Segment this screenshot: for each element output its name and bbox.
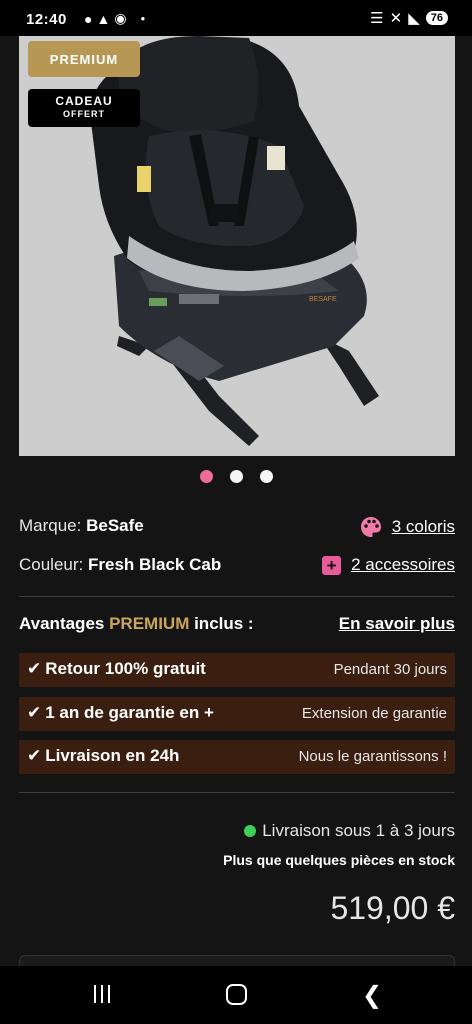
advantages-title-post: inclus : xyxy=(189,614,254,633)
divider xyxy=(19,596,455,597)
status-left-icons: ● ▲ ◉ ● xyxy=(84,10,145,27)
advantage-row: ✔ Livraison en 24h Nous le garantissons ! xyxy=(19,740,455,774)
palette-icon xyxy=(360,517,381,537)
wifi-icon: ☰ xyxy=(370,10,384,27)
advantage-label-text: Livraison en 24h xyxy=(45,746,180,765)
learn-more-link[interactable]: En savoir plus xyxy=(339,614,455,634)
delivery-text: Livraison sous 1 à 3 jours xyxy=(262,821,455,840)
stock-info: Plus que quelques pièces en stock xyxy=(223,852,455,868)
color-row: Couleur: Fresh Black Cab + 2 accessoires xyxy=(19,553,455,577)
check-icon: ✔ xyxy=(27,703,42,722)
home-icon[interactable] xyxy=(226,984,247,1005)
advantage-detail: Extension de garantie xyxy=(301,705,447,722)
mute-icon: ✕ xyxy=(389,10,403,27)
advantages-title-pre: Avantages xyxy=(19,614,110,633)
color-value: Fresh Black Cab xyxy=(88,555,222,574)
gift-badge: CADEAU OFFERT xyxy=(28,89,140,127)
colors-link-text[interactable]: 3 coloris xyxy=(392,517,455,537)
status-right-icons: ☰ ✕ ◣ 76 xyxy=(370,9,448,27)
carousel-dot-3[interactable] xyxy=(259,470,273,483)
colors-link[interactable]: 3 coloris xyxy=(360,516,455,538)
premium-badge: PREMIUM xyxy=(28,41,140,77)
gift-badge-line2: OFFERT xyxy=(63,109,105,119)
check-icon: ✔ xyxy=(27,746,42,765)
plus-icon: + xyxy=(322,555,342,575)
battery-icon: 76 xyxy=(425,11,448,25)
check-icon: ✔ xyxy=(27,659,42,678)
system-nav-bar: ❮ xyxy=(0,966,472,1024)
divider xyxy=(19,792,455,793)
carousel-dot-1[interactable] xyxy=(199,470,213,483)
color-info: Couleur: Fresh Black Cab xyxy=(19,555,221,575)
carousel-dots xyxy=(0,470,472,483)
accessories-link[interactable]: + 2 accessoires xyxy=(322,555,455,575)
product-image[interactable]: BESAFE PREMIUM CADEAU OFFERT xyxy=(19,36,455,456)
advantage-row: ✔ 1 an de garantie en + Extension de gara… xyxy=(19,697,455,731)
brand-info: Marque: BeSafe xyxy=(19,516,144,536)
carousel-dot-2[interactable] xyxy=(229,470,243,483)
advantage-label: ✔ Retour 100% gratuit xyxy=(27,659,206,679)
advantages-title-highlight: PREMIUM xyxy=(109,614,190,633)
advantage-label: ✔ Livraison en 24h xyxy=(27,746,179,766)
advantage-row: ✔ Retour 100% gratuit Pendant 30 jours xyxy=(19,653,455,687)
brand-value: BeSafe xyxy=(86,516,144,535)
price: 519,00 € xyxy=(330,890,455,926)
advantage-detail: Pendant 30 jours xyxy=(333,661,447,678)
accessories-link-text[interactable]: 2 accessoires xyxy=(351,555,455,575)
seat-brand-mark: BESAFE xyxy=(309,296,337,303)
advantages-title: Avantages PREMIUM inclus : xyxy=(19,614,254,633)
delivery-info: Livraison sous 1 à 3 jours xyxy=(244,821,455,841)
availability-dot-icon xyxy=(244,825,257,837)
status-bar: 12:40 ● ▲ ◉ ● ☰ ✕ ◣ 76 xyxy=(0,0,472,36)
signal-icon: ◣ xyxy=(408,10,420,27)
status-time: 12:40 xyxy=(26,11,67,28)
advantage-label-text: 1 an de garantie en + xyxy=(45,703,214,722)
advantages-header: Avantages PREMIUM inclus : En savoir plu… xyxy=(19,614,455,638)
color-label: Couleur: xyxy=(19,555,84,574)
dot-icon: ● xyxy=(140,14,146,23)
recents-icon[interactable] xyxy=(94,985,110,1003)
brand-label: Marque: xyxy=(19,516,82,535)
chat-icon: ● xyxy=(84,10,93,27)
gift-badge-line1: CADEAU xyxy=(55,94,113,108)
advantage-detail: Nous le garantissons ! xyxy=(298,748,447,765)
advantage-label-text: Retour 100% gratuit xyxy=(45,659,206,678)
notification-icon: ▲ xyxy=(96,10,111,27)
brand-row: Marque: BeSafe 3 coloris xyxy=(19,514,455,538)
advantage-label: ✔ 1 an de garantie en + xyxy=(27,703,214,723)
back-icon[interactable]: ❮ xyxy=(362,981,382,1010)
facebook-icon: ◉ xyxy=(114,10,127,26)
